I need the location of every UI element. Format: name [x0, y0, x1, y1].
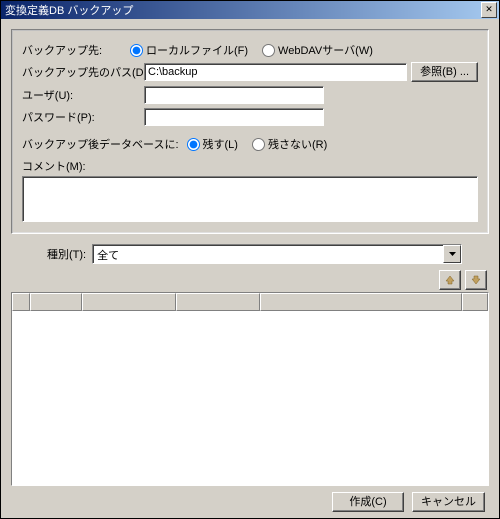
radio-local-file-input[interactable]	[130, 44, 143, 57]
path-row: バックアップ先のパス(D): 参照(B) ...	[22, 62, 478, 82]
column-header-5[interactable]	[462, 293, 488, 311]
path-input[interactable]	[144, 63, 407, 81]
arrow-up-icon	[444, 275, 456, 285]
column-header-2[interactable]	[82, 293, 176, 311]
password-label: パスワード(P):	[22, 109, 140, 125]
password-row: パスワード(P):	[22, 108, 478, 126]
dialog-window: 変換定義DB バックアップ ✕ バックアップ先: ローカルファイル(F) Web…	[0, 0, 500, 519]
destination-row: バックアップ先: ローカルファイル(F) WebDAVサーバ(W)	[22, 42, 478, 58]
type-label: 種別(T):	[47, 246, 86, 262]
window-title: 変換定義DB バックアップ	[5, 2, 481, 18]
cancel-button[interactable]: キャンセル	[412, 492, 485, 512]
radio-remove-label: 残さない(R)	[268, 136, 327, 152]
create-button[interactable]: 作成(C)	[332, 492, 404, 512]
list-toolbar	[11, 270, 487, 290]
comment-textarea[interactable]	[22, 176, 478, 222]
destination-radio-group: ローカルファイル(F) WebDAVサーバ(W)	[130, 42, 373, 58]
radio-keep-label: 残す(L)	[203, 136, 238, 152]
client-area: バックアップ先: ローカルファイル(F) WebDAVサーバ(W) バックアップ…	[1, 19, 499, 518]
radio-local-file[interactable]: ローカルファイル(F)	[130, 42, 248, 58]
type-combobox-value: 全て	[93, 245, 443, 263]
radio-webdav[interactable]: WebDAVサーバ(W)	[262, 42, 373, 58]
list-header	[12, 293, 488, 311]
dropdown-button[interactable]	[443, 245, 461, 263]
post-backup-radio-group: 残す(L) 残さない(R)	[187, 136, 328, 152]
column-header-0[interactable]	[12, 293, 30, 311]
browse-button[interactable]: 参照(B) ...	[411, 62, 478, 82]
radio-local-file-label: ローカルファイル(F)	[146, 42, 248, 58]
column-header-4[interactable]	[260, 293, 462, 311]
arrow-down-icon	[470, 275, 482, 285]
path-label: バックアップ先のパス(D):	[22, 64, 140, 80]
radio-keep[interactable]: 残す(L)	[187, 136, 238, 152]
user-row: ユーザ(U):	[22, 86, 478, 104]
post-backup-row: バックアップ後データベースに: 残す(L) 残さない(R)	[22, 136, 478, 152]
type-combobox[interactable]: 全て	[92, 244, 462, 264]
close-button[interactable]: ✕	[481, 2, 497, 18]
move-up-button[interactable]	[439, 270, 461, 290]
user-input[interactable]	[144, 86, 324, 104]
list-body	[12, 311, 488, 485]
user-label: ユーザ(U):	[22, 87, 140, 103]
radio-remove[interactable]: 残さない(R)	[252, 136, 327, 152]
comment-label: コメント(M):	[22, 158, 478, 174]
radio-webdav-input[interactable]	[262, 44, 275, 57]
radio-webdav-label: WebDAVサーバ(W)	[278, 42, 373, 58]
radio-keep-input[interactable]	[187, 138, 200, 151]
column-header-1[interactable]	[30, 293, 82, 311]
post-backup-label: バックアップ後データベースに:	[22, 136, 179, 152]
move-down-button[interactable]	[465, 270, 487, 290]
column-header-3[interactable]	[176, 293, 260, 311]
radio-remove-input[interactable]	[252, 138, 265, 151]
dialog-footer: 作成(C) キャンセル	[11, 486, 489, 512]
password-input[interactable]	[144, 108, 324, 126]
destination-label: バックアップ先:	[22, 42, 126, 58]
titlebar: 変換定義DB バックアップ ✕	[1, 1, 499, 19]
type-row: 種別(T): 全て	[47, 244, 489, 264]
backup-settings-panel: バックアップ先: ローカルファイル(F) WebDAVサーバ(W) バックアップ…	[11, 29, 489, 234]
chevron-down-icon	[449, 252, 456, 256]
list-view[interactable]	[11, 292, 489, 486]
